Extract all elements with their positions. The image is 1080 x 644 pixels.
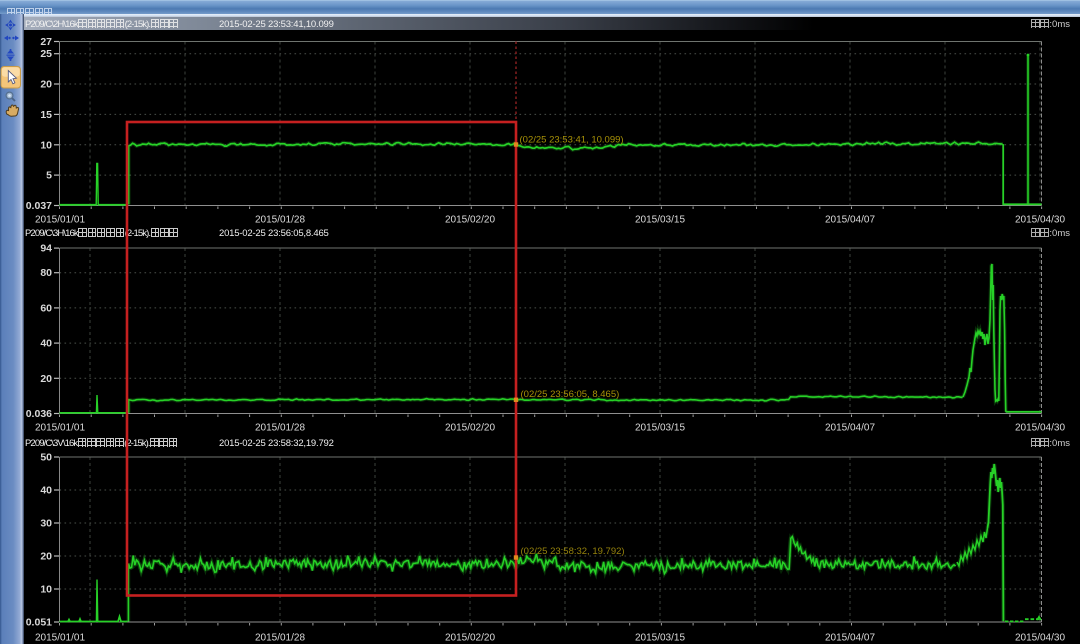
svg-text:(02/25 23:56:05, 8.465): (02/25 23:56:05, 8.465) (521, 389, 620, 400)
svg-text:20: 20 (40, 79, 52, 91)
svg-text:2015/01/28: 2015/01/28 (255, 633, 305, 644)
svg-text:2015/04/30: 2015/04/30 (1015, 423, 1065, 434)
svg-text:(02/25 23:53:41, 10.099): (02/25 23:53:41, 10.099) (520, 135, 624, 146)
svg-text:60: 60 (40, 302, 52, 314)
svg-text:2015/01/28: 2015/01/28 (255, 215, 305, 226)
svg-text:2015/04/30: 2015/04/30 (1015, 215, 1065, 226)
svg-text:2015/04/07: 2015/04/07 (825, 215, 875, 226)
svg-text:94: 94 (40, 243, 52, 255)
svg-text:40: 40 (40, 485, 52, 497)
svg-text:0.037: 0.037 (26, 200, 52, 212)
svg-text:2015/01/01: 2015/01/01 (35, 215, 85, 226)
svg-text:2015/03/15: 2015/03/15 (635, 423, 685, 434)
svg-text:2015/04/30: 2015/04/30 (1015, 633, 1065, 644)
svg-text:0.036: 0.036 (26, 408, 52, 420)
svg-text:30: 30 (40, 518, 52, 530)
svg-text:2015/04/07: 2015/04/07 (825, 633, 875, 644)
svg-text:2015/02/20: 2015/02/20 (445, 633, 495, 644)
svg-text:2015/01/28: 2015/01/28 (255, 423, 305, 434)
svg-text:15: 15 (40, 109, 52, 121)
svg-text:10: 10 (40, 139, 52, 151)
svg-text:2015/02/20: 2015/02/20 (445, 215, 495, 226)
svg-text:(02/25 23:58:32, 19.792): (02/25 23:58:32, 19.792) (521, 546, 625, 557)
svg-text:20: 20 (40, 373, 52, 385)
svg-text:0.051: 0.051 (26, 617, 52, 629)
svg-text:2015/03/15: 2015/03/15 (635, 633, 685, 644)
svg-text:27: 27 (40, 36, 52, 48)
svg-text:2015/02/20: 2015/02/20 (445, 423, 495, 434)
svg-text:40: 40 (40, 338, 52, 350)
svg-text:2015/01/01: 2015/01/01 (35, 423, 85, 434)
svg-text:25: 25 (40, 48, 52, 60)
svg-text:2015/01/01: 2015/01/01 (35, 633, 85, 644)
svg-text:5: 5 (46, 170, 52, 182)
svg-text:80: 80 (40, 267, 52, 279)
svg-text:10: 10 (40, 584, 52, 596)
svg-text:2015/04/07: 2015/04/07 (825, 423, 875, 434)
svg-text:20: 20 (40, 551, 52, 563)
svg-text:2015/03/15: 2015/03/15 (635, 215, 685, 226)
svg-text:50: 50 (40, 452, 52, 464)
